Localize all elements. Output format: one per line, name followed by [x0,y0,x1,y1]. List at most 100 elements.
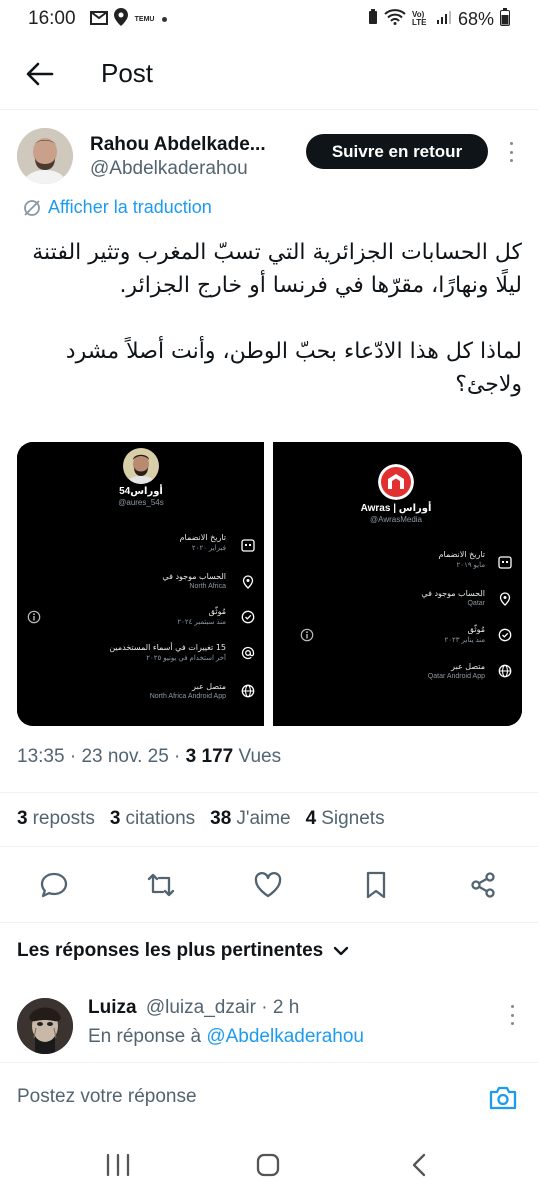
camera-button[interactable] [488,1085,518,1111]
aures-row-connected-via: متصل عبر North Africa Android App [149,682,226,700]
calendar-icon [241,539,255,552]
home-icon [256,1153,280,1177]
post-actions [0,862,538,908]
volte-icon: Vo) LTE [411,10,427,27]
heart-icon [254,872,282,898]
media-divider [264,442,273,726]
post-author: Rahou Abdelkade... @Abdelkaderahou Suivr… [17,126,521,186]
wifi-icon [384,8,406,30]
aures-row-verified: مُوثّق منذ سبتمبر ٢٠٢٤ [177,607,226,626]
show-translation-link[interactable]: Afficher la traduction [22,197,212,218]
reply-context: En réponse à @Abdelkaderahou [88,1026,364,1048]
awras-row-location: الحساب موجود في Qatar [421,589,485,607]
aures-row-location: الحساب موجود في North Africa [162,572,226,590]
globe-icon [241,684,255,698]
arrow-left-icon [26,62,54,85]
repost-icon [147,873,175,897]
back-button[interactable] [10,44,70,104]
awras-logo [378,464,414,500]
bookmarks-stat[interactable]: 4 Signets [306,808,385,830]
follow-back-button[interactable]: Suivre en retour [306,134,488,169]
reply-avatar[interactable] [17,998,73,1054]
replies-sort-label: Les réponses les plus pertinentes [17,940,324,961]
post-text-paragraph-2: لماذا كل هذا الادّعاء بحبّ الوطن، وأنت أ… [65,339,522,397]
author-avatar[interactable] [17,128,73,184]
info-icon [27,610,41,624]
battery-saver-icon [368,8,378,30]
verified-check-icon [498,628,512,642]
temu-icon: TEMU [134,15,155,23]
recent-apps-button[interactable] [102,1150,134,1180]
media-image-left[interactable]: أوراس54 @aures_54s تاريخ الانضمام فبراير… [17,442,264,726]
author-handle[interactable]: @Abdelkaderahou [90,158,248,180]
reply-header: Luiza @luiza_dzair · 2 h [88,997,299,1019]
awras-row-joined: تاريخ الانضمام مايو ٢٠١٩ [438,550,485,569]
globe-icon [498,664,512,678]
reply-composer [0,1062,538,1130]
share-button[interactable] [468,870,498,900]
location-icon [113,7,128,31]
views-label: Vues [238,746,282,767]
chevron-left-icon [412,1153,426,1177]
likes-stat[interactable]: 38 J'aime [210,808,290,830]
system-nav-bar [0,1130,538,1199]
repost-button[interactable] [146,870,176,900]
reposts-stat[interactable]: 3 reposts [17,808,95,830]
divider [0,792,538,793]
aures-avatar [123,448,159,484]
reply-mention-link[interactable]: @Abdelkaderahou [206,1026,364,1047]
author-name[interactable]: Rahou Abdelkade... [90,134,290,156]
verified-check-icon [241,610,255,624]
at-sign-icon [241,646,255,660]
gmail-icon [89,9,108,30]
reply-age: · 2 h [261,997,300,1018]
location-pin-icon [499,592,511,606]
post-text-paragraph-1: كل الحسابات الجزائرية التي تسبّ المغرب و… [32,240,522,298]
reply-author-handle[interactable]: @luiza_dzair [146,997,256,1018]
post-stats: 3 reposts 3 citations 38 J'aime 4 Signets [17,808,385,830]
translate-label: Afficher la traduction [48,197,212,217]
awras-handle: @AwrasMedia [370,515,422,524]
post-meta: 13:35 · 23 nov. 25 · 3 177 Vues [17,746,282,767]
share-icon [471,872,495,898]
camera-icon [489,1086,517,1110]
notification-dot-icon [161,16,167,22]
awras-name: Awras | أوراس [360,503,432,514]
reply-author-name[interactable]: Luiza [88,997,137,1018]
reply-more-options-icon[interactable] [502,1003,522,1027]
media-image-right[interactable]: Awras | أوراس @AwrasMedia تاريخ الانضمام… [273,442,522,726]
reply-prefix: En réponse à [88,1026,202,1047]
aures-row-username-changes: 15 تغييرات في أسماء المستخدمين آخر استخد… [109,643,226,662]
bookmark-button[interactable] [361,870,391,900]
awras-row-verified: مُوثّق منذ يناير ٢٠٢٣ [444,625,485,644]
post-text: كل الحسابات الجزائرية التي تسبّ المغرب و… [18,236,522,434]
translate-icon [24,199,40,216]
status-bar: 16:00 TEMU Vo) LTE 68% [0,0,538,38]
status-time: 16:00 [28,8,76,29]
aures-handle: @aures_54s [118,498,164,507]
divider [0,846,538,847]
replies-sort-dropdown[interactable]: Les réponses les plus pertinentes [17,940,349,962]
views-count: 3 177 [185,746,234,767]
chevron-down-icon [334,946,349,956]
top-bar: Post [0,38,538,110]
reply-button[interactable] [39,870,69,900]
page-title: Post [101,58,154,88]
reply-input[interactable] [17,1081,457,1113]
bookmark-icon [366,871,386,899]
citations-stat[interactable]: 3 citations [110,808,195,830]
battery-icon [500,7,510,31]
signal-icon [436,9,452,30]
system-back-button[interactable] [404,1150,436,1180]
post-date: 23 nov. 25 [81,746,169,767]
home-button[interactable] [252,1150,284,1180]
more-options-icon[interactable] [501,140,521,164]
like-button[interactable] [253,870,283,900]
battery-level: 68% [457,8,494,29]
recent-apps-icon [106,1153,130,1177]
aures-name: أوراس54 [119,486,163,497]
calendar-icon [498,556,512,569]
info-icon [300,628,314,642]
post-media[interactable]: أوراس54 @aures_54s تاريخ الانضمام فبراير… [17,442,522,726]
awras-row-connected-via: متصل عبر Qatar Android App [427,662,485,680]
